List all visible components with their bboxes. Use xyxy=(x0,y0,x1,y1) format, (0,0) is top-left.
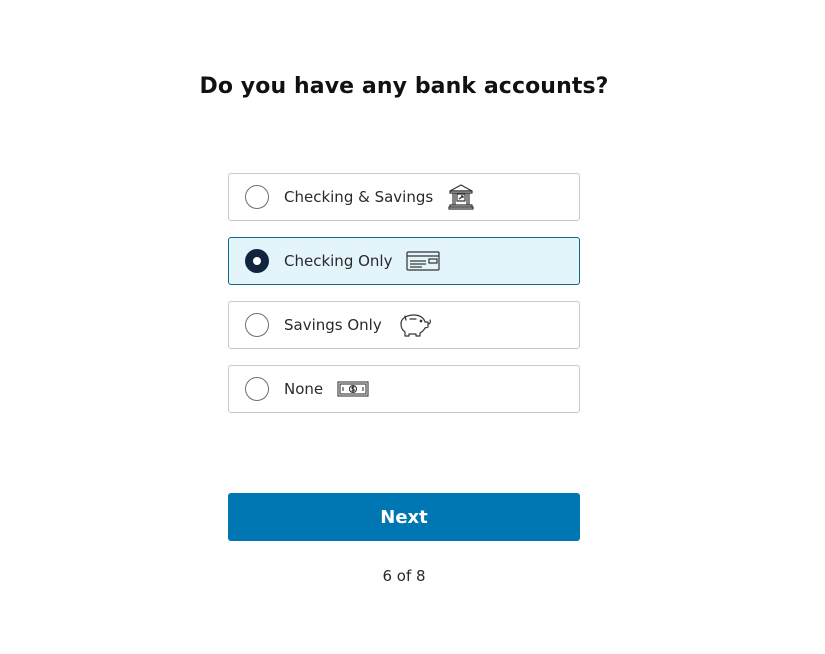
radio-button[interactable] xyxy=(245,313,269,337)
step-progress-text: 6 of 8 xyxy=(382,567,426,585)
option-checking-and-savings[interactable]: Checking & Savings xyxy=(228,173,580,221)
radio-button-selected[interactable] xyxy=(245,249,269,273)
radio-button[interactable] xyxy=(245,185,269,209)
option-label: None xyxy=(284,380,324,398)
bank-building-icon xyxy=(447,183,475,211)
option-checking-only[interactable]: Checking Only xyxy=(228,237,580,285)
option-label: Savings Only xyxy=(284,316,382,334)
option-none[interactable]: None xyxy=(228,365,580,413)
cash-bill-icon xyxy=(337,381,369,397)
option-label: Checking & Savings xyxy=(284,188,434,206)
radio-button[interactable] xyxy=(245,377,269,401)
check-card-icon xyxy=(406,250,441,272)
account-options-group: Checking & Savings Checking Only Savings… xyxy=(228,173,580,429)
bank-accounts-page: Do you have any bank accounts? Checking … xyxy=(0,0,825,654)
question-title: Do you have any bank accounts? xyxy=(199,74,609,99)
next-button[interactable]: Next xyxy=(228,493,580,541)
piggy-bank-icon xyxy=(396,311,432,339)
option-label: Checking Only xyxy=(284,252,393,270)
option-savings-only[interactable]: Savings Only xyxy=(228,301,580,349)
